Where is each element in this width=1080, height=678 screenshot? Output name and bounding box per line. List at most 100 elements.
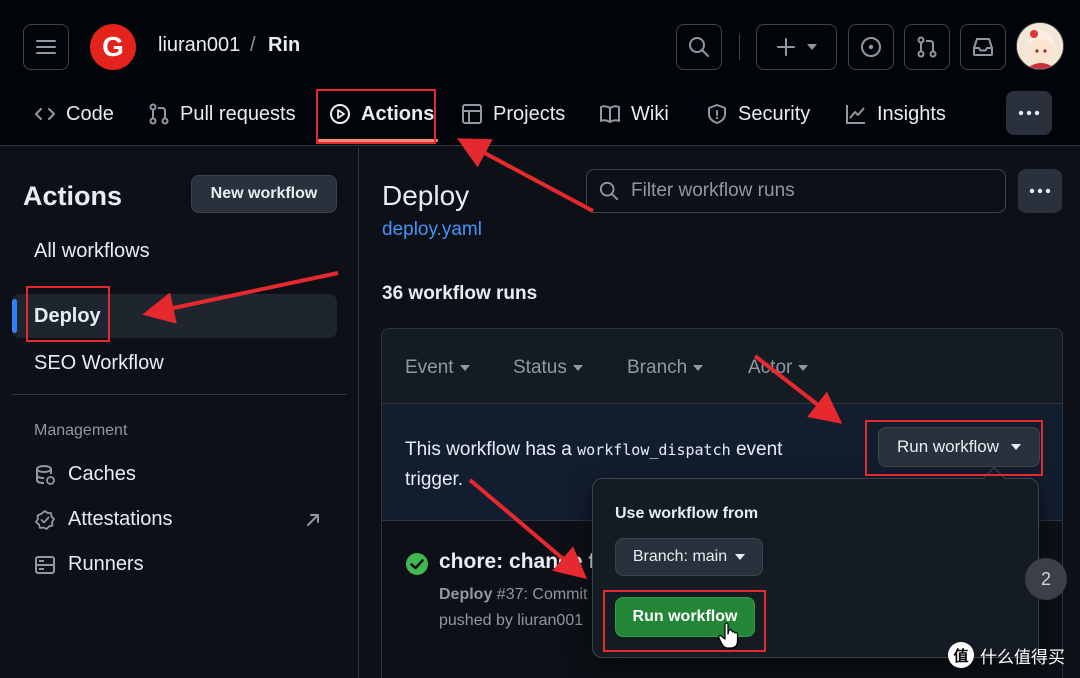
create-new-button[interactable] — [756, 24, 837, 70]
run-pushed-by: pushed by liuran001 — [439, 612, 584, 629]
sidebar-item-label: Runners — [68, 553, 144, 575]
run-number: #37: Commit — [496, 586, 588, 603]
chevron-down-icon — [459, 365, 470, 371]
breadcrumb-owner[interactable]: liuran001 — [158, 34, 240, 57]
repo-tabs: Code Pull requests Actions Projects Wiki… — [0, 88, 1080, 144]
workflow-title: Deploy — [382, 180, 470, 211]
tab-security-label: Security — [738, 102, 811, 125]
sidebar-item-attestations[interactable]: Attestations — [34, 508, 173, 531]
tab-code[interactable]: Code — [34, 88, 114, 140]
graph-icon — [846, 105, 865, 124]
breadcrumb-repo[interactable]: Rin — [268, 34, 300, 57]
tab-wiki-label: Wiki — [631, 102, 669, 125]
workflow-file-link[interactable]: deploy.yaml — [382, 219, 482, 241]
workflow-menu-button[interactable] — [1018, 169, 1062, 213]
sidebar-title: Actions — [23, 181, 123, 211]
issues-button[interactable] — [848, 24, 894, 70]
sidebar-item-all-workflows[interactable]: All workflows — [12, 229, 337, 273]
active-indicator — [12, 299, 17, 333]
search-icon — [689, 37, 709, 57]
user-avatar[interactable] — [1016, 22, 1064, 70]
branch-filter-dropdown[interactable]: Branch — [627, 357, 704, 379]
workflow-runs-count: 36 workflow runs — [382, 283, 538, 304]
issue-opened-icon — [861, 37, 881, 57]
verified-icon — [35, 509, 55, 530]
sidebar-item-caches[interactable]: Caches — [34, 463, 136, 486]
tab-pull-requests-label: Pull requests — [180, 102, 296, 125]
status-filter-label: Status — [513, 357, 567, 378]
server-icon — [35, 555, 55, 574]
sidebar-item-label: SEO Workflow — [34, 351, 164, 374]
pull-requests-button[interactable] — [904, 24, 950, 70]
status-filter-dropdown[interactable]: Status — [513, 357, 583, 379]
actions-sidebar: Actions New workflow All workflows Deplo… — [0, 147, 359, 678]
sidebar-divider — [12, 394, 347, 395]
search-icon — [599, 181, 619, 201]
dispatch-code: workflow_dispatch — [577, 441, 731, 459]
actor-filter-dropdown[interactable]: Actor — [748, 357, 809, 379]
highlight-actions-tab — [316, 89, 436, 144]
link-external-icon — [307, 514, 319, 526]
run-workflow-name: Deploy — [439, 586, 493, 603]
search-button[interactable] — [676, 24, 722, 70]
branch-select-button[interactable]: Branch: main — [615, 538, 763, 576]
branch-select-label: Branch: main — [632, 548, 728, 565]
highlight-run-workflow-button — [865, 420, 1043, 476]
event-filter-label: Event — [405, 357, 454, 378]
inbox-icon — [973, 38, 993, 56]
watermark: 值 什么值得买 — [948, 642, 1065, 668]
check-circle-icon — [406, 553, 428, 575]
chevron-down-icon — [798, 365, 809, 371]
management-heading: Management — [34, 422, 128, 439]
new-workflow-button[interactable]: New workflow — [191, 175, 337, 213]
page-number-badge: 2 — [1025, 558, 1067, 600]
gitea-logo[interactable]: G — [90, 24, 136, 70]
plus-icon — [776, 38, 795, 56]
tab-insights[interactable]: Insights — [845, 88, 946, 140]
chevron-down-icon — [735, 554, 746, 560]
kebab-horizontal-icon — [1018, 110, 1040, 116]
tab-insights-label: Insights — [877, 102, 946, 125]
repo-header: G liuran001 / Rin Code Pull requests Act… — [0, 0, 1080, 146]
runs-filter-bar: Event Status Branch Actor — [382, 329, 1062, 404]
kebab-horizontal-icon — [1029, 188, 1051, 194]
use-workflow-from-label: Use workflow from — [615, 505, 759, 522]
highlight-deploy-item — [26, 286, 110, 342]
hand-cursor-icon — [718, 622, 739, 649]
header-divider — [739, 34, 740, 60]
more-tabs-button[interactable] — [1006, 91, 1052, 135]
event-filter-dropdown[interactable]: Event — [405, 357, 470, 379]
notifications-button[interactable] — [960, 24, 1006, 70]
watermark-logo: 值 — [948, 642, 974, 668]
hamburger-menu-button[interactable] — [23, 24, 69, 70]
tab-code-label: Code — [66, 102, 114, 125]
tab-security[interactable]: Security — [706, 88, 810, 140]
highlight-run-workflow-submit — [603, 590, 766, 652]
actor-filter-label: Actor — [748, 357, 793, 378]
sidebar-item-label: Caches — [68, 463, 136, 485]
shield-icon — [708, 104, 726, 124]
run-meta: Deploy #37: Commit — [439, 586, 588, 604]
breadcrumb-separator: / — [250, 34, 256, 56]
filter-placeholder: Filter workflow runs — [631, 180, 795, 201]
sidebar-item-runners[interactable]: Runners — [34, 553, 144, 576]
sidebar-item-seo-workflow[interactable]: SEO Workflow — [12, 341, 337, 385]
chevron-down-icon — [806, 44, 817, 50]
chevron-down-icon — [693, 365, 704, 371]
watermark-text: 什么值得买 — [980, 647, 1065, 667]
book-icon — [600, 105, 620, 123]
tab-wiki[interactable]: Wiki — [599, 88, 669, 140]
sidebar-item-label: All workflows — [34, 239, 150, 262]
tab-pull-requests[interactable]: Pull requests — [148, 88, 296, 140]
database-icon — [36, 464, 55, 485]
filter-workflow-runs-input[interactable]: Filter workflow runs — [586, 169, 1006, 213]
tab-projects-label: Projects — [493, 102, 566, 125]
tab-projects[interactable]: Projects — [461, 88, 565, 140]
sidebar-item-label: Attestations — [68, 508, 173, 530]
git-pull-request-icon — [917, 36, 937, 58]
git-pull-request-icon — [149, 103, 169, 125]
table-icon — [462, 104, 482, 124]
code-icon — [35, 108, 55, 120]
chevron-down-icon — [572, 365, 583, 371]
run-title[interactable]: chore: change f — [439, 550, 595, 574]
